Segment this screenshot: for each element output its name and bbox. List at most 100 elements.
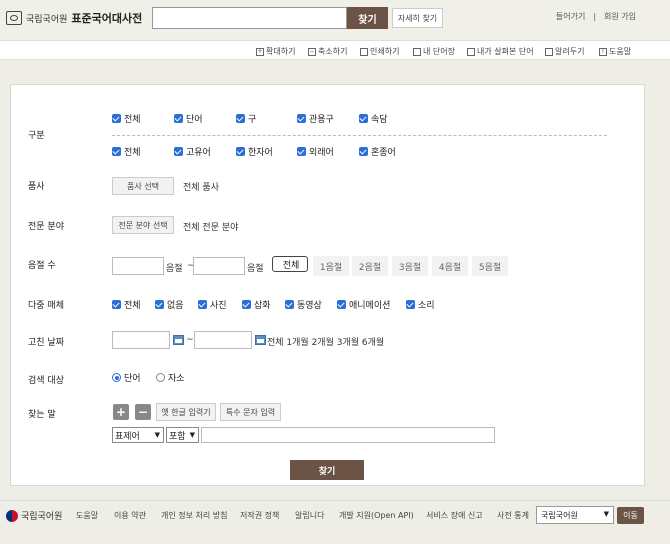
field-value: 전체 전문 분야 bbox=[183, 223, 239, 233]
origin-checkbox[interactable]: 혼종어 bbox=[359, 145, 396, 158]
footer-link[interactable]: 도움말 bbox=[76, 510, 98, 521]
footer-link[interactable]: 알립니다 bbox=[295, 510, 324, 521]
checkbox-label: 소리 bbox=[418, 301, 435, 311]
multimedia-checkbox[interactable]: 동영상 bbox=[285, 298, 322, 311]
date-end-input[interactable] bbox=[194, 331, 252, 349]
origin-checkbox[interactable]: 외래어 bbox=[297, 145, 334, 158]
checkbox-label: 구 bbox=[248, 115, 257, 125]
checkbox-label: 전체 bbox=[124, 115, 141, 125]
document-icon bbox=[467, 47, 475, 56]
detail-search-button[interactable]: 자세히 찾기 bbox=[392, 8, 443, 28]
syllable-option-3[interactable]: 3음절 bbox=[392, 256, 428, 276]
zoom-out-button[interactable]: − 축소하기 bbox=[308, 46, 347, 57]
submit-search-button[interactable]: 찾기 bbox=[290, 460, 364, 480]
multimedia-checkbox[interactable]: 사진 bbox=[198, 298, 227, 311]
origin-checkbox[interactable]: 고유어 bbox=[174, 145, 211, 158]
syllable-option-2[interactable]: 2음절 bbox=[352, 256, 388, 276]
zoom-in-label: 확대하기 bbox=[266, 47, 296, 56]
signup-link[interactable]: 회원 가입 bbox=[604, 12, 636, 21]
target-radio-jaso[interactable]: 자소 bbox=[156, 371, 185, 384]
radio-label: 단어 bbox=[124, 374, 141, 384]
field-select[interactable]: 표제어 ▼ bbox=[112, 427, 164, 443]
checkbox-icon bbox=[297, 147, 306, 156]
multimedia-checkbox[interactable]: 애니메이션 bbox=[337, 298, 390, 311]
category-checkbox[interactable]: 속담 bbox=[359, 112, 388, 125]
checkbox-label: 혼종어 bbox=[371, 148, 396, 158]
syllable-label: 음절 수 bbox=[28, 261, 56, 271]
print-button[interactable]: 인쇄하기 bbox=[360, 46, 399, 57]
footer-link[interactable]: 개인 정보 처리 방침 bbox=[161, 510, 228, 521]
search-input[interactable] bbox=[152, 7, 347, 29]
checkbox-icon bbox=[337, 300, 346, 309]
zoom-in-button[interactable]: + 확대하기 bbox=[256, 46, 295, 57]
calendar-icon[interactable] bbox=[173, 335, 184, 345]
category-checkbox[interactable]: 관용구 bbox=[297, 112, 334, 125]
my-viewed-label: 내가 살펴본 단어 bbox=[477, 47, 534, 56]
checkbox-label: 전체 bbox=[124, 301, 141, 311]
help-icon: ! bbox=[599, 47, 607, 56]
chevron-down-icon: ▼ bbox=[189, 431, 195, 439]
syllable-option-1[interactable]: 1음절 bbox=[313, 256, 349, 276]
checkbox-icon bbox=[174, 147, 183, 156]
date-tilde: ~ bbox=[186, 335, 194, 345]
footer-link[interactable]: 저작권 정책 bbox=[240, 510, 279, 521]
footer-link[interactable]: 개발 지원(Open API) bbox=[339, 510, 414, 521]
site-logo[interactable]: 국립국어원 표준국어대사전 bbox=[6, 10, 142, 26]
syllable-max-input[interactable] bbox=[193, 257, 245, 275]
checkbox-label: 동영상 bbox=[297, 301, 322, 311]
my-words-button[interactable]: 내 단어장 bbox=[413, 46, 455, 57]
special-chars-button[interactable]: 특수 문자 입력 bbox=[220, 403, 281, 421]
bag-icon bbox=[545, 47, 553, 56]
multimedia-checkbox[interactable]: 전체 bbox=[112, 298, 141, 311]
multimedia-checkbox[interactable]: 삽화 bbox=[242, 298, 271, 311]
radio-icon bbox=[156, 373, 165, 382]
org-name: 국립국어원 bbox=[26, 14, 68, 25]
origin-checkbox[interactable]: 전체 bbox=[112, 145, 141, 158]
origin-checkbox[interactable]: 한자어 bbox=[236, 145, 273, 158]
go-button[interactable]: 이동 bbox=[617, 507, 644, 524]
date-presets[interactable]: 전체 1개월 2개월 3개월 6개월 bbox=[267, 335, 384, 348]
match-select[interactable]: 포함 ▼ bbox=[166, 427, 199, 443]
help-label: 도움말 bbox=[609, 47, 632, 56]
checkbox-icon bbox=[297, 114, 306, 123]
checkbox-icon bbox=[359, 114, 368, 123]
field-select-button[interactable]: 전문 분야 선택 bbox=[112, 216, 174, 234]
query-input[interactable] bbox=[201, 427, 495, 443]
syllable-option-5[interactable]: 5음절 bbox=[472, 256, 508, 276]
add-row-button[interactable]: + bbox=[113, 404, 129, 420]
checkbox-icon bbox=[406, 300, 415, 309]
my-viewed-button[interactable]: 내가 살펴본 단어 bbox=[467, 46, 534, 57]
category-checkbox[interactable]: 단어 bbox=[174, 112, 203, 125]
syllable-option-all[interactable]: 전체 bbox=[272, 256, 308, 272]
multimedia-checkbox[interactable]: 소리 bbox=[406, 298, 435, 311]
syllable-unit: 음절 bbox=[166, 264, 183, 274]
checkbox-icon bbox=[236, 147, 245, 156]
calendar-icon[interactable] bbox=[255, 335, 266, 345]
footer-link[interactable]: 이용 약관 bbox=[114, 510, 146, 521]
checkbox-label: 한자어 bbox=[248, 148, 273, 158]
category-checkbox[interactable]: 전체 bbox=[112, 112, 141, 125]
syllable-option-4[interactable]: 4음절 bbox=[432, 256, 468, 276]
search-button[interactable]: 찾기 bbox=[347, 7, 388, 29]
chevron-down-icon: ▼ bbox=[603, 510, 609, 518]
pos-label: 품사 bbox=[28, 182, 45, 192]
footer-link[interactable]: 서비스 장애 신고 bbox=[426, 510, 483, 521]
target-radio-word[interactable]: 단어 bbox=[112, 371, 141, 384]
help-button[interactable]: ! 도움말 bbox=[599, 46, 631, 57]
report-button[interactable]: 알려두기 bbox=[545, 46, 584, 57]
footer-link[interactable]: 사전 통계 bbox=[497, 510, 529, 521]
multimedia-label: 다중 매체 bbox=[28, 301, 64, 311]
date-start-input[interactable] bbox=[112, 331, 170, 349]
login-link[interactable]: 들어가기 bbox=[556, 12, 585, 21]
checkbox-label: 없음 bbox=[167, 301, 184, 311]
syllable-unit: 음절 bbox=[247, 264, 264, 274]
old-hangul-button[interactable]: 옛 한글 입력기 bbox=[156, 403, 216, 421]
remove-row-button[interactable]: − bbox=[135, 404, 151, 420]
related-site-select[interactable]: 국립국어원 ▼ bbox=[536, 506, 614, 524]
footer-logo[interactable]: 국립국어원 bbox=[6, 509, 62, 522]
syllable-min-input[interactable] bbox=[112, 257, 164, 275]
checkbox-label: 단어 bbox=[186, 115, 203, 125]
pos-select-button[interactable]: 품사 선택 bbox=[112, 177, 174, 195]
multimedia-checkbox[interactable]: 없음 bbox=[155, 298, 184, 311]
category-checkbox[interactable]: 구 bbox=[236, 112, 256, 125]
